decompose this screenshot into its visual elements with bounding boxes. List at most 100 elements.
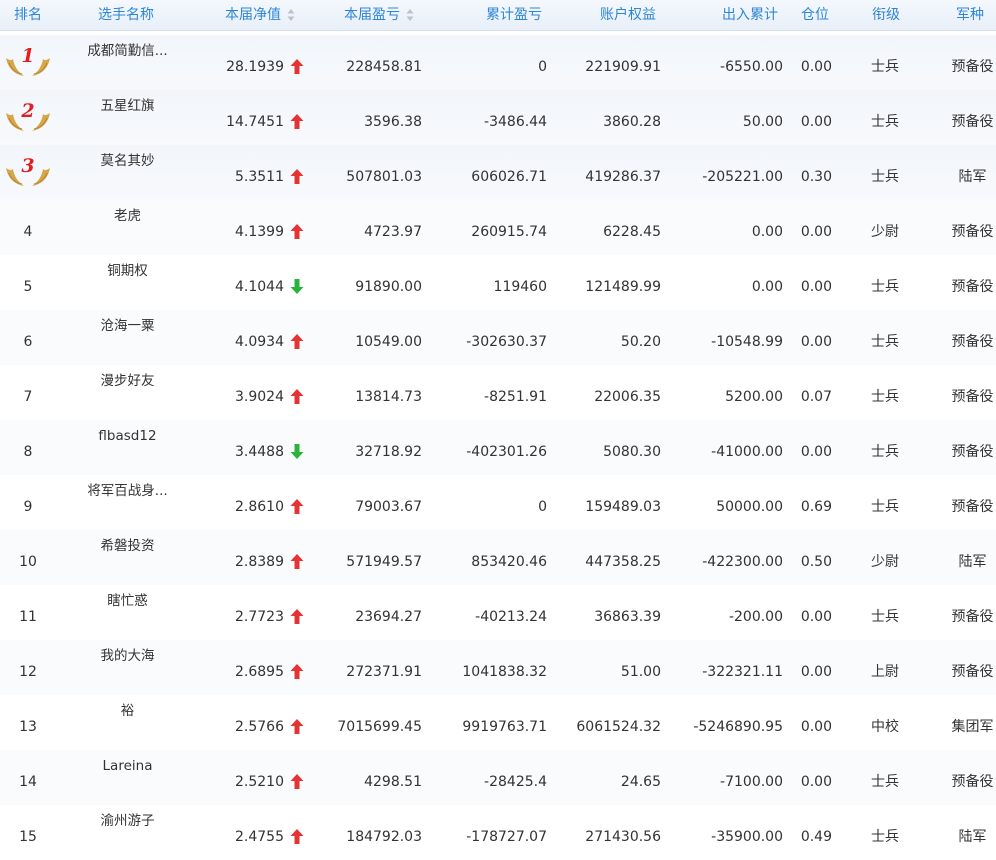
cash-flow: 0.00: [751, 224, 783, 240]
player-name[interactable]: 老虎: [60, 204, 195, 228]
player-name[interactable]: 裕: [60, 699, 195, 723]
table-row[interactable]: 12 我的大海 2.6895 272371.91 1041838.32 51.00 -322…: [0, 640, 996, 695]
table-row[interactable]: 15 渝州游子 2.4755 184792.03 -178727.07 271430.56…: [0, 805, 996, 860]
position-ratio: 0.07: [800, 389, 832, 405]
table-row[interactable]: 7 漫步好友 3.9024 13814.73 -8251.91 22006.35 5200.…: [0, 365, 996, 420]
table-row[interactable]: 6 沧海一粟 4.0934 10549.00 -302630.37 50.20 -10548…: [0, 310, 996, 365]
account-equity: 50.20: [620, 334, 661, 350]
player-name[interactable]: 漫步好友: [60, 369, 195, 393]
table-row[interactable]: 14 Lareina 2.5210 4298.51 -28425.4 24.65 -7100…: [0, 750, 996, 805]
position-ratio: 0.49: [800, 829, 832, 845]
session-pl: 23694.27: [355, 609, 422, 625]
rank-title: 士兵: [871, 334, 899, 350]
rank-number: 11: [19, 609, 37, 625]
cumulative-pl: 260915.74: [471, 224, 547, 240]
cash-flow: 50.00: [742, 114, 783, 130]
session-pl: 228458.81: [346, 59, 422, 75]
table-row[interactable]: 3 莫名其妙 5.3511 507801.03 606026.71 419286.37 -2…: [0, 145, 996, 200]
cash-flow: -10548.99: [711, 334, 783, 350]
position-ratio: 0.00: [800, 774, 832, 790]
rank-title: 中校: [871, 719, 899, 735]
account-equity: 159489.03: [585, 499, 661, 515]
table-row[interactable]: 8 flbasd12 3.4488 32718.92 -402301.26 5080.30…: [0, 420, 996, 475]
session-pl: 571949.57: [346, 554, 422, 570]
arrow-up-icon: [290, 770, 306, 794]
rank-number: 9: [23, 499, 33, 515]
player-name[interactable]: 成都简勤信...: [60, 39, 195, 63]
rank-number: 4: [23, 224, 33, 240]
cash-flow: -6550.00: [720, 59, 783, 75]
rank-title: 士兵: [871, 829, 899, 845]
position-ratio: 0.00: [800, 444, 832, 460]
player-name[interactable]: flbasd12: [60, 424, 195, 448]
sort-icon[interactable]: [287, 8, 295, 22]
service-branch: 陆军: [958, 829, 987, 845]
session-pl: 10549.00: [355, 334, 422, 350]
cumulative-pl: -8251.91: [484, 389, 547, 405]
session-pl: 184792.03: [346, 829, 422, 845]
arrow-up-icon: [290, 495, 306, 519]
rank-title: 士兵: [871, 609, 899, 625]
cash-flow: -7100.00: [720, 774, 783, 790]
player-name[interactable]: 沧海一粟: [60, 314, 195, 338]
net-value: 2.8610: [235, 499, 284, 515]
net-value: 14.7451: [226, 114, 284, 130]
medal-icon: 2: [4, 100, 52, 135]
sort-icon[interactable]: [406, 8, 414, 22]
account-equity: 447358.25: [585, 554, 661, 570]
player-name[interactable]: 瞎忙惑: [60, 589, 195, 613]
header-cum-pl[interactable]: 累计盈亏: [486, 0, 542, 30]
table-row[interactable]: 5 铜期权 4.1044 91890.00 119460 121489.99 0.00 0.0…: [0, 255, 996, 310]
position-ratio: 0.50: [800, 554, 832, 570]
header-equity[interactable]: 账户权益: [600, 0, 656, 30]
service-branch: 预备役: [951, 444, 994, 460]
cumulative-pl: -40213.24: [475, 609, 547, 625]
table-row[interactable]: 13 裕 2.5766 7015699.45 9919763.71 6061524.32 -…: [0, 695, 996, 750]
cumulative-pl: -28425.4: [484, 774, 547, 790]
player-name[interactable]: 将军百战身...: [60, 479, 195, 503]
cash-flow: -35900.00: [711, 829, 783, 845]
account-equity: 271430.56: [585, 829, 661, 845]
player-name[interactable]: 我的大海: [60, 644, 195, 668]
medal-icon: 3: [4, 155, 52, 190]
service-branch: 预备役: [951, 279, 994, 295]
header-arm[interactable]: 军种: [956, 0, 984, 30]
header-title[interactable]: 衔级: [872, 0, 900, 30]
rank-number: 14: [19, 774, 37, 790]
player-name[interactable]: 莫名其妙: [60, 149, 195, 173]
player-name[interactable]: 希磐投资: [60, 534, 195, 558]
table-header: 排名 选手名称 本届净值 本届盈亏 累计盈亏 账户权益 出入累计 仓位 衔级 军…: [0, 0, 996, 31]
player-name[interactable]: 渝州游子: [60, 809, 195, 833]
header-flow[interactable]: 出入累计: [722, 0, 778, 30]
player-name[interactable]: 铜期权: [60, 259, 195, 283]
table-row[interactable]: 10 希磐投资 2.8389 571949.57 853420.46 447358.25 -…: [0, 530, 996, 585]
table-row[interactable]: 4 老虎 4.1399 4723.97 260915.74 6228.45 0.00 0.00…: [0, 200, 996, 255]
rank-title: 士兵: [871, 169, 899, 185]
rank-number: 13: [19, 719, 37, 735]
position-ratio: 0.69: [800, 499, 832, 515]
account-equity: 6228.45: [603, 224, 661, 240]
cumulative-pl: 606026.71: [471, 169, 547, 185]
cash-flow: -205221.00: [702, 169, 783, 185]
player-name[interactable]: Lareina: [60, 754, 195, 778]
arrow-up-icon: [290, 550, 306, 574]
header-nav[interactable]: 本届净值: [225, 0, 295, 30]
table-row[interactable]: 11 瞎忙惑 2.7723 23694.27 -40213.24 36863.39 -200…: [0, 585, 996, 640]
account-equity: 121489.99: [585, 279, 661, 295]
position-ratio: 0.00: [800, 719, 832, 735]
table-row[interactable]: 1 成都简勤信... 28.1939 228458.81 0 221909.91 -6550…: [0, 35, 996, 90]
table-row[interactable]: 2 五星红旗 14.7451 3596.38 -3486.44 3860.28 50.00 0…: [0, 90, 996, 145]
arrow-up-icon: [290, 165, 306, 189]
header-name[interactable]: 选手名称: [98, 0, 154, 30]
player-name[interactable]: 五星红旗: [60, 94, 195, 118]
service-branch: 预备役: [951, 774, 994, 790]
header-pl[interactable]: 本届盈亏: [344, 0, 414, 30]
position-ratio: 0.30: [800, 169, 832, 185]
session-pl: 3596.38: [364, 114, 422, 130]
rank-title: 士兵: [871, 444, 899, 460]
table-row[interactable]: 9 将军百战身... 2.8610 79003.67 0 159489.03 50000.0…: [0, 475, 996, 530]
session-pl: 4298.51: [364, 774, 422, 790]
medal-rank-number: 3: [21, 155, 35, 177]
header-rank[interactable]: 排名: [14, 0, 42, 30]
header-position[interactable]: 仓位: [801, 0, 829, 30]
